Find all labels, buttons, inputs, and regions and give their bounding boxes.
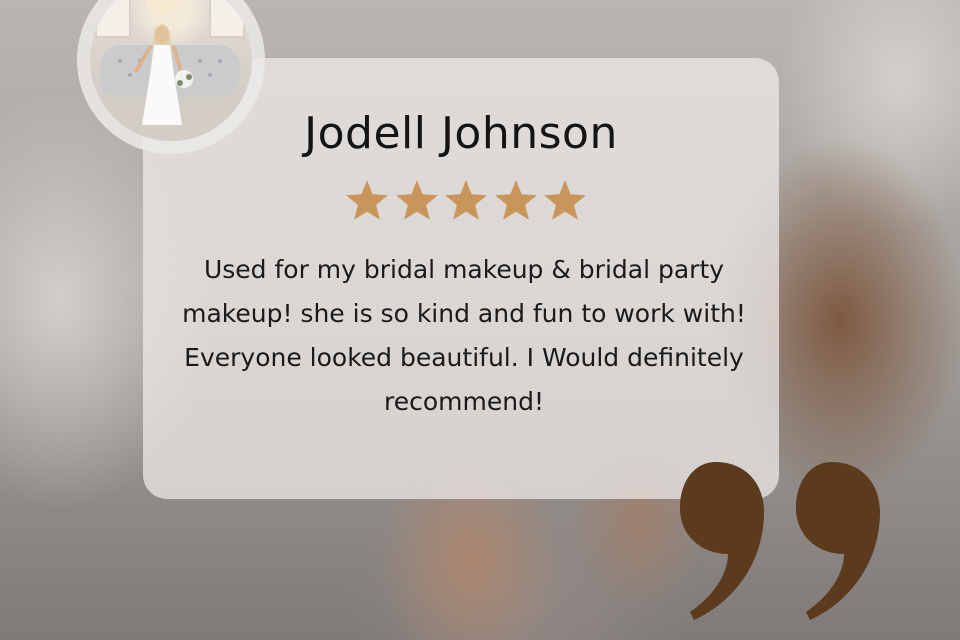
star-icon (346, 180, 388, 220)
star-rating (345, 178, 587, 224)
review-text: Used for my bridal makeup & bridal party… (182, 255, 746, 416)
star-icon (544, 180, 586, 220)
star-icon (494, 180, 537, 220)
star-icon (445, 180, 487, 220)
star-icon (395, 180, 438, 220)
reviewer-name: Jodell Johnson (304, 108, 618, 159)
closing-quote-icon (680, 462, 880, 620)
